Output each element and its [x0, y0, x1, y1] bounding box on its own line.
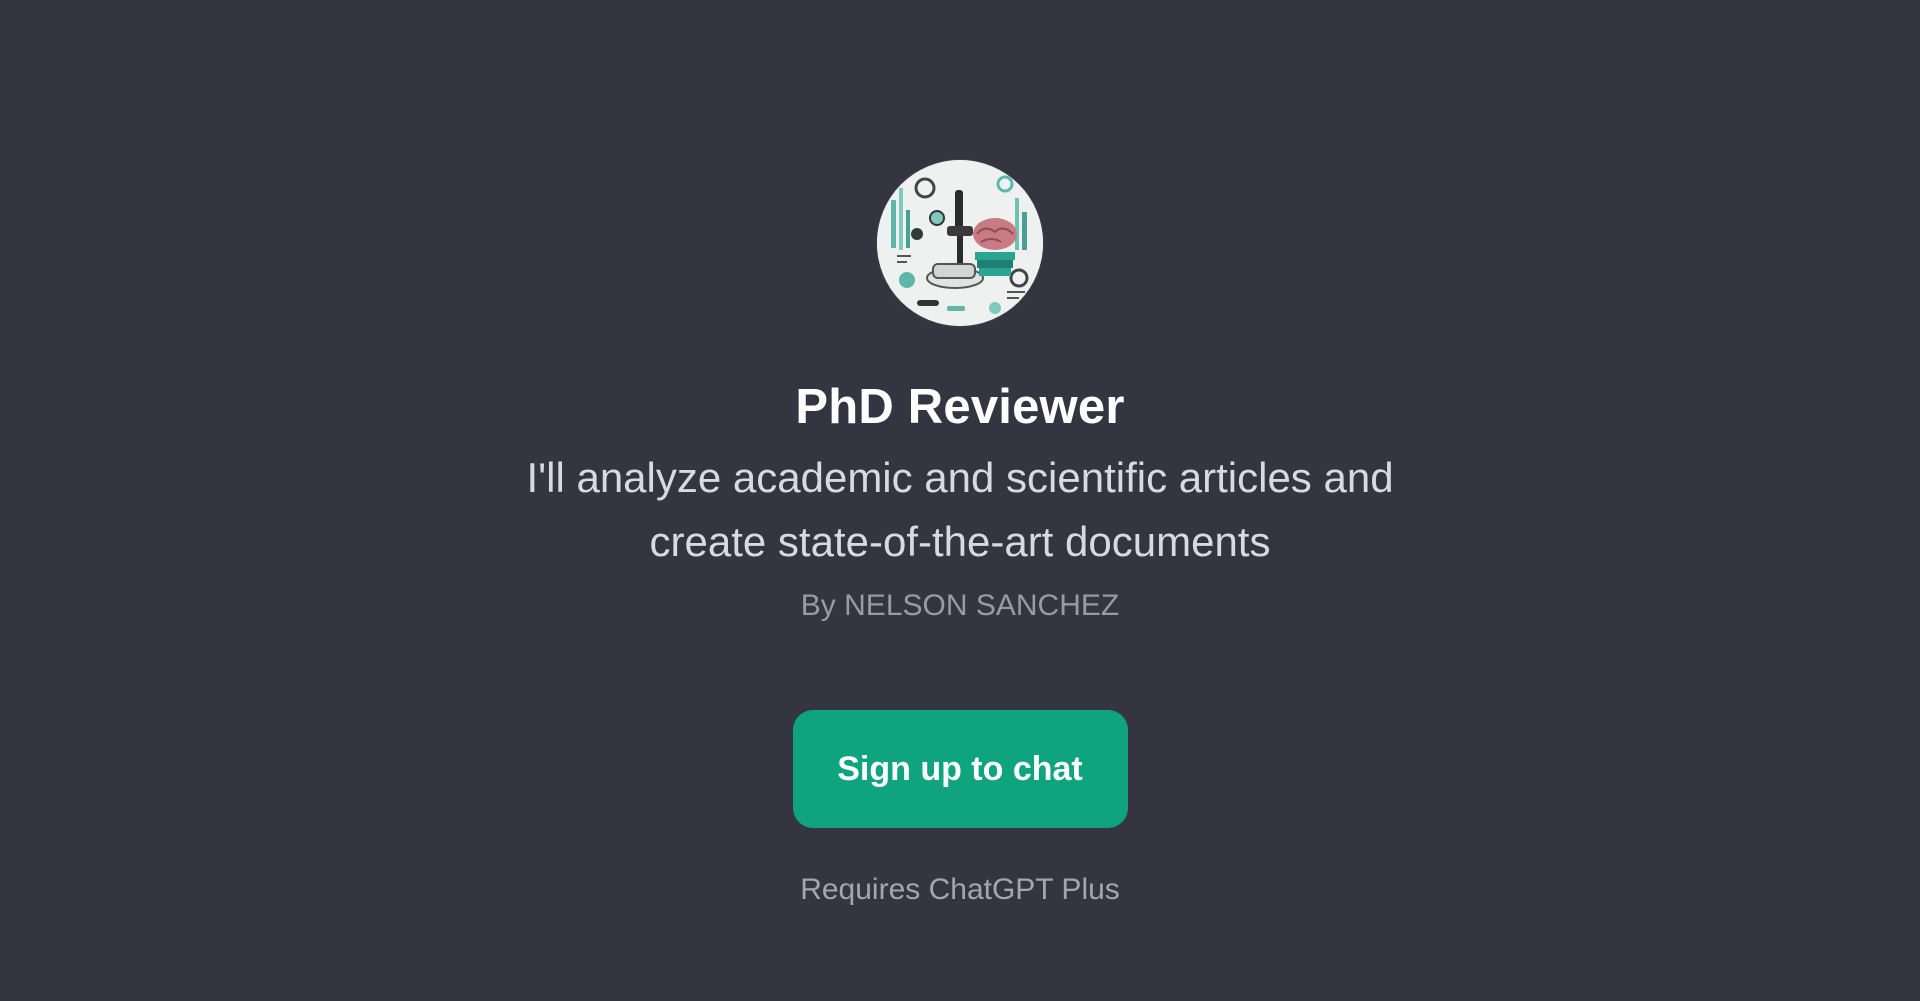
- gpt-title: PhD Reviewer: [795, 380, 1125, 434]
- gpt-landing-page: PhD Reviewer I'll analyze academic and s…: [0, 0, 1920, 1001]
- gpt-author: By NELSON SANCHEZ: [800, 589, 1120, 622]
- gpt-avatar: [877, 160, 1043, 326]
- science-lab-illustration-icon: [877, 160, 1043, 326]
- requirement-note: Requires ChatGPT Plus: [800, 873, 1120, 906]
- gpt-profile: PhD Reviewer I'll analyze academic and s…: [0, 160, 1920, 910]
- sign-up-to-chat-button[interactable]: Sign up to chat: [792, 710, 1128, 828]
- gpt-description: I'll analyze academic and scientific art…: [526, 454, 1394, 565]
